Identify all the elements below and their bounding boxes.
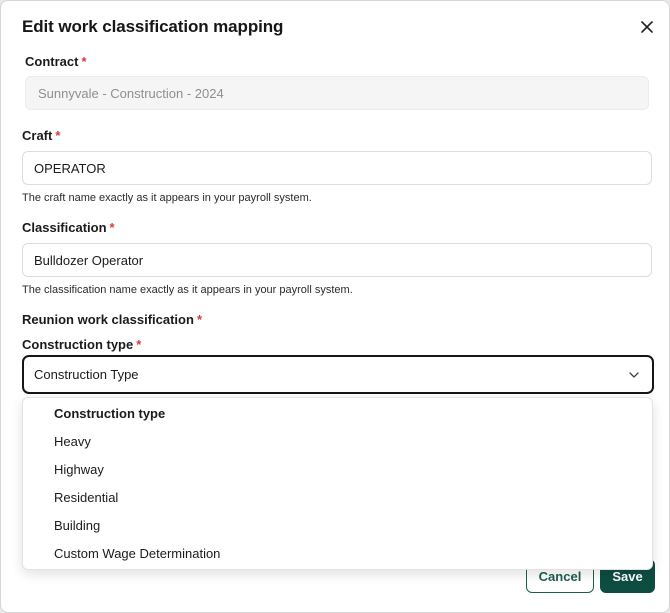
- option-highway[interactable]: Highway: [54, 462, 104, 477]
- construction-type-dropdown: Construction type Heavy Highway Resident…: [22, 397, 653, 570]
- construction-type-selected: Construction Type: [34, 367, 139, 382]
- craft-help-text: The craft name exactly as it appears in …: [22, 192, 312, 204]
- craft-label-text: Craft: [22, 128, 53, 143]
- option-custom-wage-determination[interactable]: Custom Wage Determination: [54, 546, 220, 561]
- required-mark: *: [196, 312, 202, 327]
- dropdown-group-header: Construction type: [54, 406, 166, 421]
- option-residential[interactable]: Residential: [54, 490, 118, 505]
- required-mark: *: [109, 220, 115, 235]
- reunion-label-text: Reunion work classification: [22, 312, 194, 327]
- classification-label: Classification *: [22, 220, 115, 235]
- reunion-classification-label: Reunion work classification *: [22, 312, 202, 327]
- classification-input[interactable]: Bulldozer Operator: [22, 243, 652, 277]
- option-building[interactable]: Building: [54, 518, 100, 533]
- option-heavy[interactable]: Heavy: [54, 434, 91, 449]
- classification-help-text: The classification name exactly as it ap…: [22, 284, 353, 296]
- chevron-down-icon: [629, 372, 639, 378]
- contract-label-text: Contract: [25, 54, 79, 69]
- classification-label-text: Classification: [22, 220, 107, 235]
- craft-value: OPERATOR: [34, 160, 106, 176]
- required-mark: *: [136, 337, 142, 352]
- contract-value: Sunnyvale - Construction - 2024: [38, 85, 224, 101]
- contract-label: Contract *: [25, 54, 87, 69]
- craft-label: Craft *: [22, 128, 60, 143]
- edit-mapping-dialog: Edit work classification mapping Contrac…: [0, 0, 670, 613]
- contract-field: Sunnyvale - Construction - 2024: [25, 76, 649, 110]
- dialog-title: Edit work classification mapping: [22, 17, 284, 36]
- classification-value: Bulldozer Operator: [34, 252, 144, 268]
- close-icon[interactable]: [637, 17, 657, 37]
- required-mark: *: [55, 128, 61, 143]
- construction-type-label: Construction type *: [22, 337, 141, 352]
- construction-type-label-text: Construction type: [22, 337, 134, 352]
- craft-input[interactable]: OPERATOR: [22, 151, 652, 185]
- construction-type-select[interactable]: Construction Type: [22, 355, 654, 394]
- required-mark: *: [81, 54, 87, 69]
